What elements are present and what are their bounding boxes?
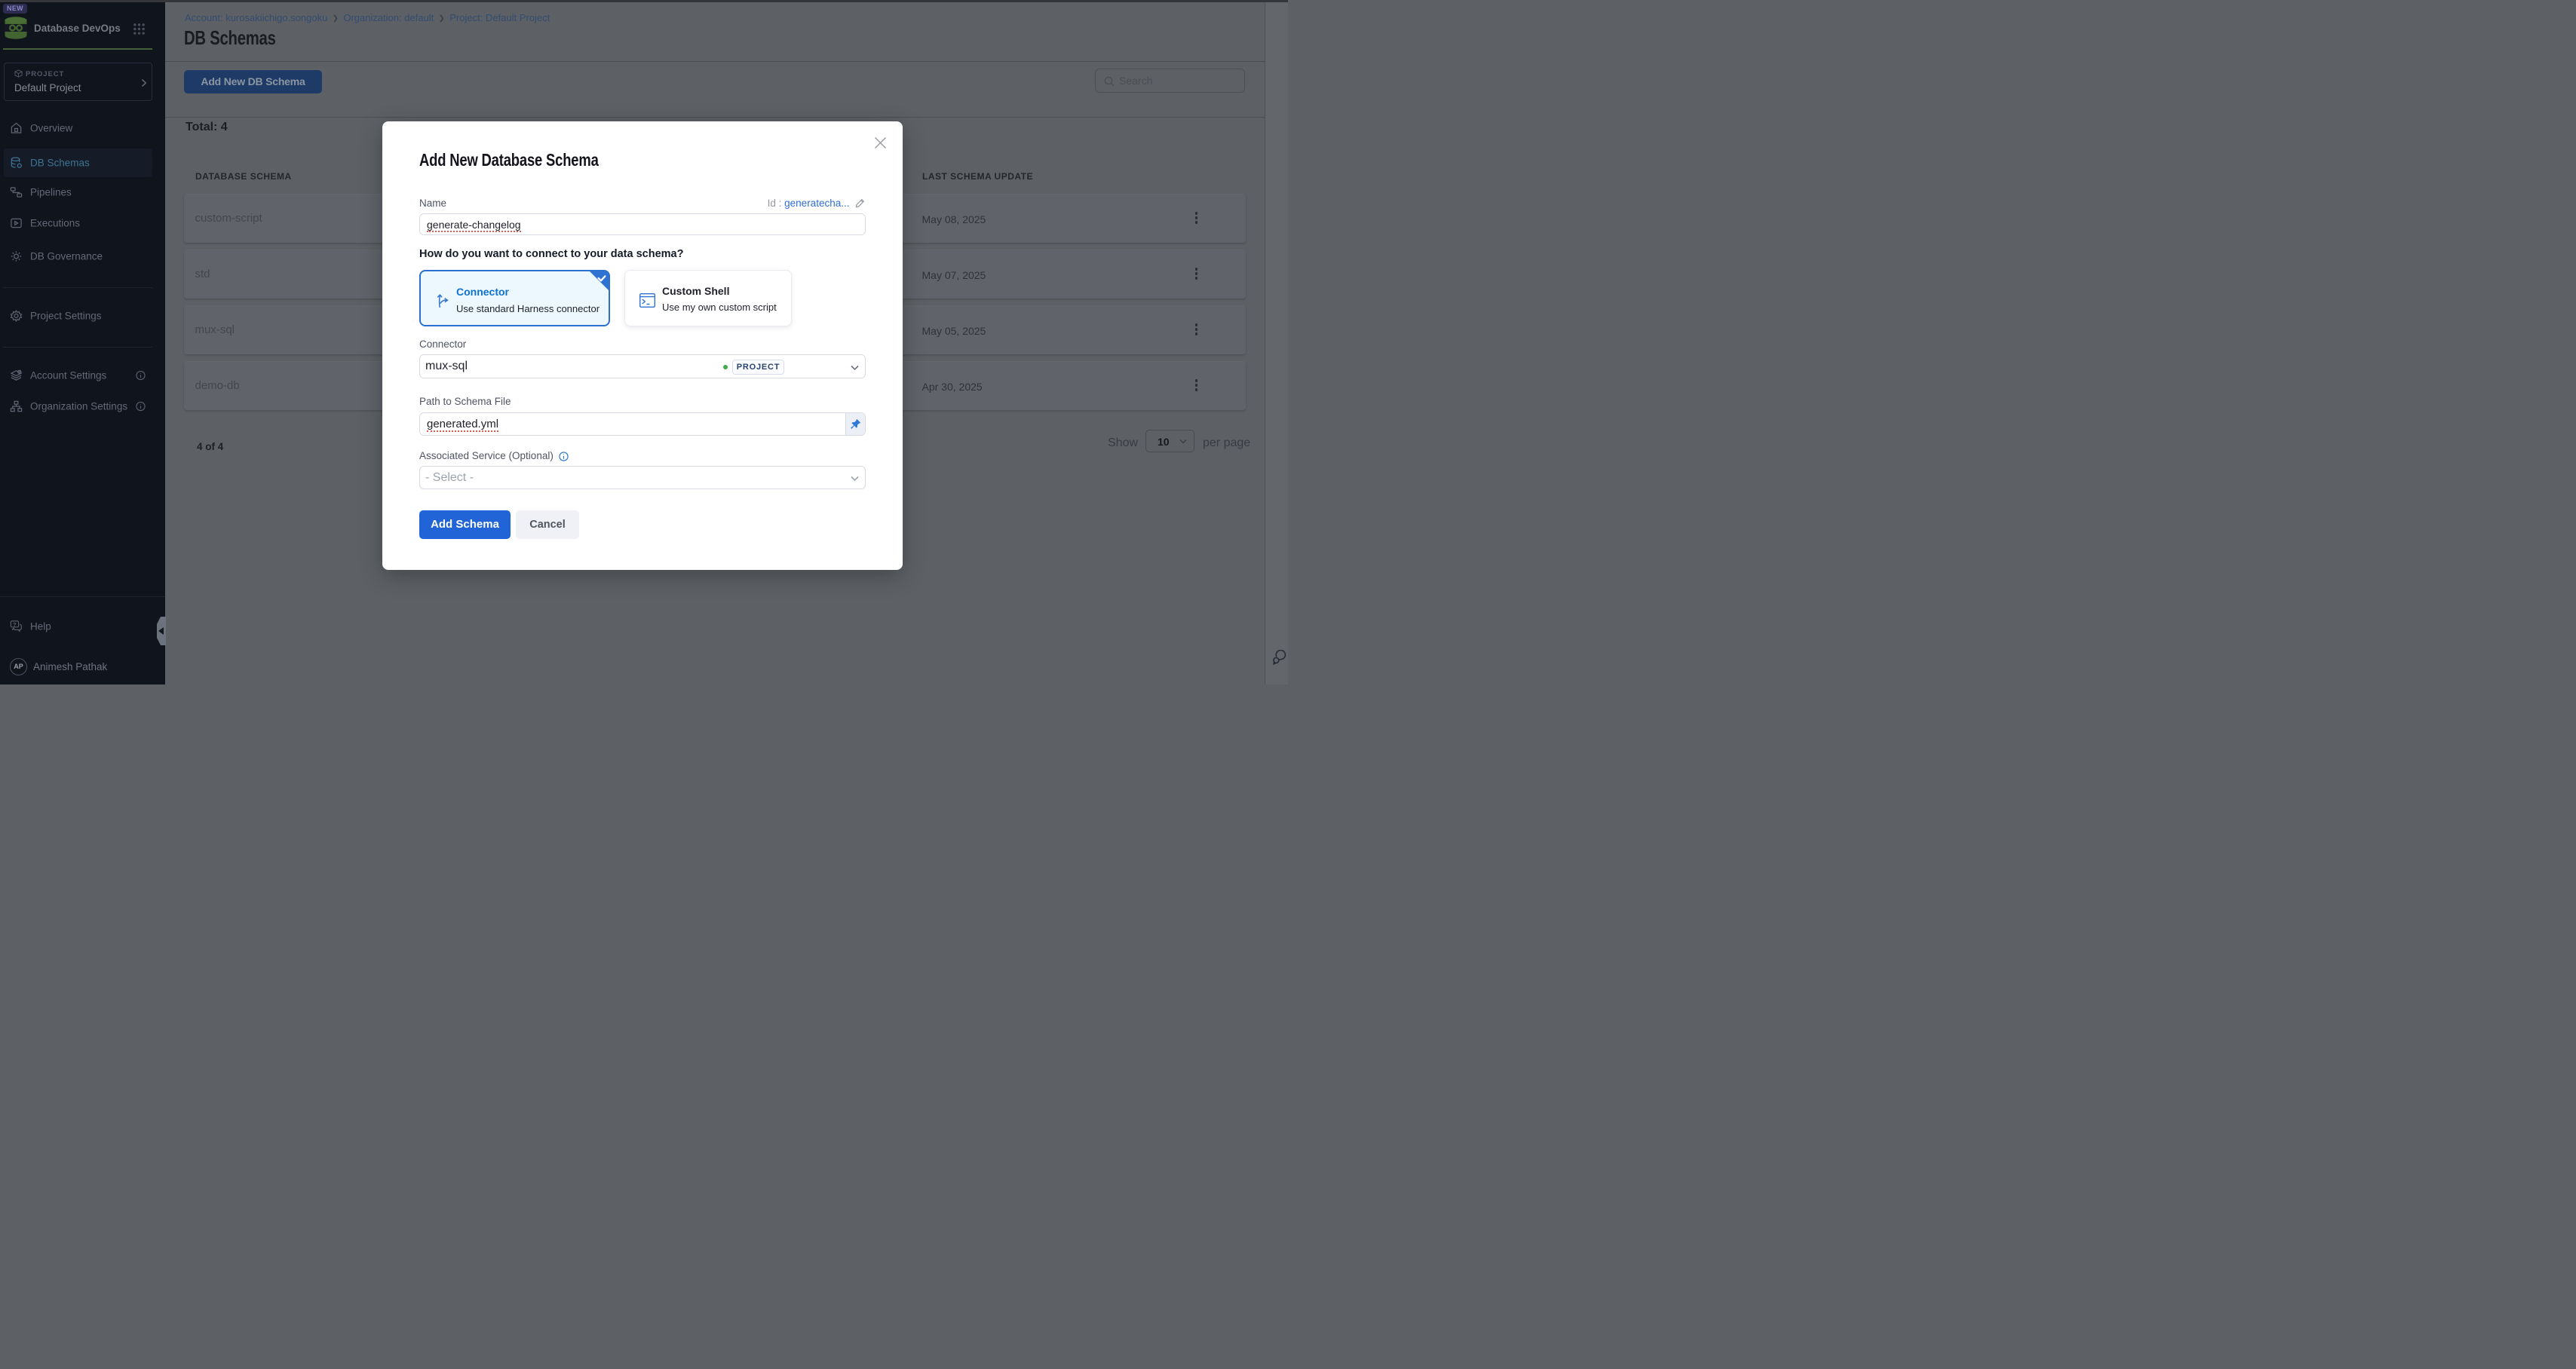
svg-text:?: ? xyxy=(13,622,16,628)
